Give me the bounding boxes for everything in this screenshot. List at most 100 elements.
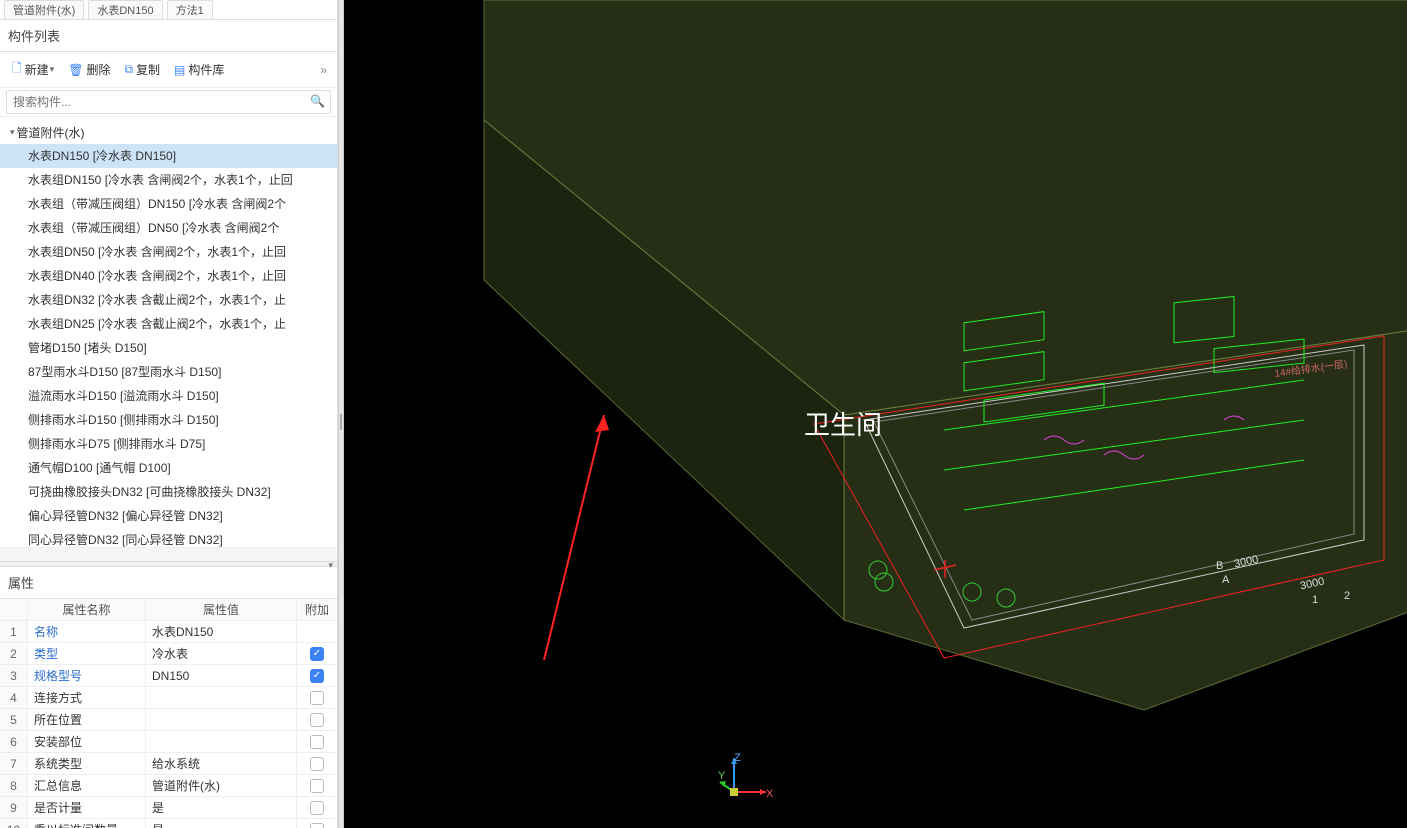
library-button[interactable]: ▤ 构件库	[168, 58, 230, 81]
axis-x-label: X	[766, 788, 773, 800]
row-index: 9	[0, 797, 28, 818]
col-add: 附加	[297, 599, 337, 620]
component-tree[interactable]: ▾ 管道附件(水) 水表DN150 [冷水表 DN150]水表组DN150 [冷…	[0, 117, 337, 547]
row-index: 2	[0, 643, 28, 664]
chevron-down-icon: ▾	[50, 64, 55, 75]
new-icon: 🗋	[12, 59, 22, 80]
tree-item[interactable]: 可挠曲橡胶接头DN32 [可曲挠橡胶接头 DN32]	[0, 480, 337, 504]
prop-add[interactable]	[297, 687, 337, 708]
prop-add[interactable]: ✓	[297, 665, 337, 686]
prop-add[interactable]	[297, 775, 337, 796]
copy-button[interactable]: ⧉ 复制	[118, 58, 166, 81]
row-index: 4	[0, 687, 28, 708]
tree-item[interactable]: 水表组DN50 [冷水表 含闸阀2个，水表1个，止回	[0, 240, 337, 264]
group-label: 管道附件(水)	[17, 124, 85, 141]
checkbox-icon[interactable]	[310, 691, 324, 705]
tree-item[interactable]: 侧排雨水斗D150 [侧排雨水斗 D150]	[0, 408, 337, 432]
search-input[interactable]	[6, 90, 331, 114]
prop-name: 连接方式	[28, 687, 146, 708]
tab-category[interactable]: 管道附件(水)	[4, 0, 84, 19]
tree-item[interactable]: 水表组（带减压阀组）DN150 [冷水表 含闸阀2个	[0, 192, 337, 216]
properties-table: 属性名称 属性值 附加 1名称水表DN1502类型冷水表✓3规格型号DN150✓…	[0, 599, 337, 828]
prop-name: 安装部位	[28, 731, 146, 752]
prop-add[interactable]	[297, 797, 337, 818]
prop-value[interactable]	[146, 709, 297, 730]
prop-add[interactable]	[297, 621, 337, 642]
tree-item[interactable]: 侧排雨水斗D75 [侧排雨水斗 D75]	[0, 432, 337, 456]
panel-splitter-h[interactable]: ▾	[0, 561, 337, 567]
tab-method[interactable]: 方法1	[167, 0, 213, 19]
properties-title: 属性	[0, 567, 337, 599]
prop-add[interactable]	[297, 731, 337, 752]
checkbox-icon[interactable]	[310, 823, 324, 828]
grid-2: 2	[1344, 590, 1350, 602]
property-row[interactable]: 4连接方式	[0, 687, 337, 709]
row-index: 7	[0, 753, 28, 774]
property-row[interactable]: 6安装部位	[0, 731, 337, 753]
checkbox-icon[interactable]	[310, 735, 324, 749]
grid-1: 1	[1312, 594, 1318, 606]
property-row[interactable]: 2类型冷水表✓	[0, 643, 337, 665]
prop-add[interactable]	[297, 709, 337, 730]
prop-value[interactable]: 管道附件(水)	[146, 775, 297, 796]
checkbox-icon[interactable]	[310, 757, 324, 771]
more-icon[interactable]: »	[316, 63, 331, 77]
property-row[interactable]: 9是否计量是	[0, 797, 337, 819]
tab-item[interactable]: 水表DN150	[88, 0, 162, 19]
prop-name: 系统类型	[28, 753, 146, 774]
row-index: 3	[0, 665, 28, 686]
delete-button[interactable]: 🗑 删除	[62, 58, 116, 81]
property-row[interactable]: 1名称水表DN150	[0, 621, 337, 643]
tree-item[interactable]: 管堵D150 [堵头 D150]	[0, 336, 337, 360]
component-toolbar: 🗋 新建 ▾ 🗑 删除 ⧉ 复制 ▤ 构件库 »	[0, 52, 337, 88]
prop-add[interactable]: ✓	[297, 643, 337, 664]
axis-z-label: Z	[734, 752, 741, 764]
collapse-icon[interactable]: ▾	[10, 127, 15, 138]
property-row[interactable]: 5所在位置	[0, 709, 337, 731]
tree-item[interactable]: 水表组DN40 [冷水表 含闸阀2个，水表1个，止回	[0, 264, 337, 288]
prop-value[interactable]: 给水系统	[146, 753, 297, 774]
prop-add[interactable]	[297, 753, 337, 774]
context-tabs: 管道附件(水) 水表DN150 方法1	[0, 0, 337, 20]
tree-item[interactable]: 水表组DN32 [冷水表 含截止阀2个，水表1个，止	[0, 288, 337, 312]
copy-label: 复制	[136, 61, 160, 78]
tree-item[interactable]: 水表组（带减压阀组）DN50 [冷水表 含闸阀2个	[0, 216, 337, 240]
property-row[interactable]: 3规格型号DN150✓	[0, 665, 337, 687]
tree-item[interactable]: 水表DN150 [冷水表 DN150]	[0, 144, 337, 168]
tree-item[interactable]: 溢流雨水斗D150 [溢流雨水斗 D150]	[0, 384, 337, 408]
new-button[interactable]: 🗋 新建 ▾	[6, 56, 60, 83]
prop-value[interactable]: 是	[146, 819, 297, 828]
tree-item[interactable]: 水表组DN150 [冷水表 含闸阀2个，水表1个，止回	[0, 168, 337, 192]
property-row[interactable]: 7系统类型给水系统	[0, 753, 337, 775]
checkbox-icon[interactable]: ✓	[310, 669, 324, 683]
grid-a: A	[1222, 574, 1229, 586]
prop-value[interactable]	[146, 731, 297, 752]
checkbox-icon[interactable]	[310, 713, 324, 727]
tree-item[interactable]: 同心异径管DN32 [同心异径管 DN32]	[0, 528, 337, 547]
library-label: 构件库	[188, 61, 224, 78]
tree-item[interactable]: 偏心异径管DN32 [偏心异径管 DN32]	[0, 504, 337, 528]
tree-item[interactable]: 水表组DN25 [冷水表 含截止阀2个，水表1个，止	[0, 312, 337, 336]
props-header-row: 属性名称 属性值 附加	[0, 599, 337, 621]
3d-viewport[interactable]: 卫生间 14#给排水(一层) B A 3000 3000 1 2 X Y Z	[344, 0, 1407, 828]
prop-add[interactable]	[297, 819, 337, 828]
tree-item[interactable]: 通气帽D100 [通气帽 D100]	[0, 456, 337, 480]
prop-value[interactable]: DN150	[146, 665, 297, 686]
prop-value[interactable]: 水表DN150	[146, 621, 297, 642]
tree-item[interactable]: 87型雨水斗D150 [87型雨水斗 D150]	[0, 360, 337, 384]
checkbox-icon[interactable]	[310, 801, 324, 815]
search-icon[interactable]: 🔍	[310, 94, 325, 108]
checkbox-icon[interactable]	[310, 779, 324, 793]
sidebar: 管道附件(水) 水表DN150 方法1 构件列表 🗋 新建 ▾ 🗑 删除 ⧉ 复…	[0, 0, 338, 828]
property-row[interactable]: 10乘以标准间数量是	[0, 819, 337, 828]
prop-value[interactable]: 是	[146, 797, 297, 818]
tree-group[interactable]: ▾ 管道附件(水)	[0, 121, 337, 144]
prop-value[interactable]	[146, 687, 297, 708]
delete-label: 删除	[86, 61, 110, 78]
prop-value[interactable]: 冷水表	[146, 643, 297, 664]
row-index: 5	[0, 709, 28, 730]
prop-name: 乘以标准间数量	[28, 819, 146, 828]
property-row[interactable]: 8汇总信息管道附件(水)	[0, 775, 337, 797]
checkbox-icon[interactable]: ✓	[310, 647, 324, 661]
horizontal-scrollbar[interactable]	[0, 547, 337, 561]
